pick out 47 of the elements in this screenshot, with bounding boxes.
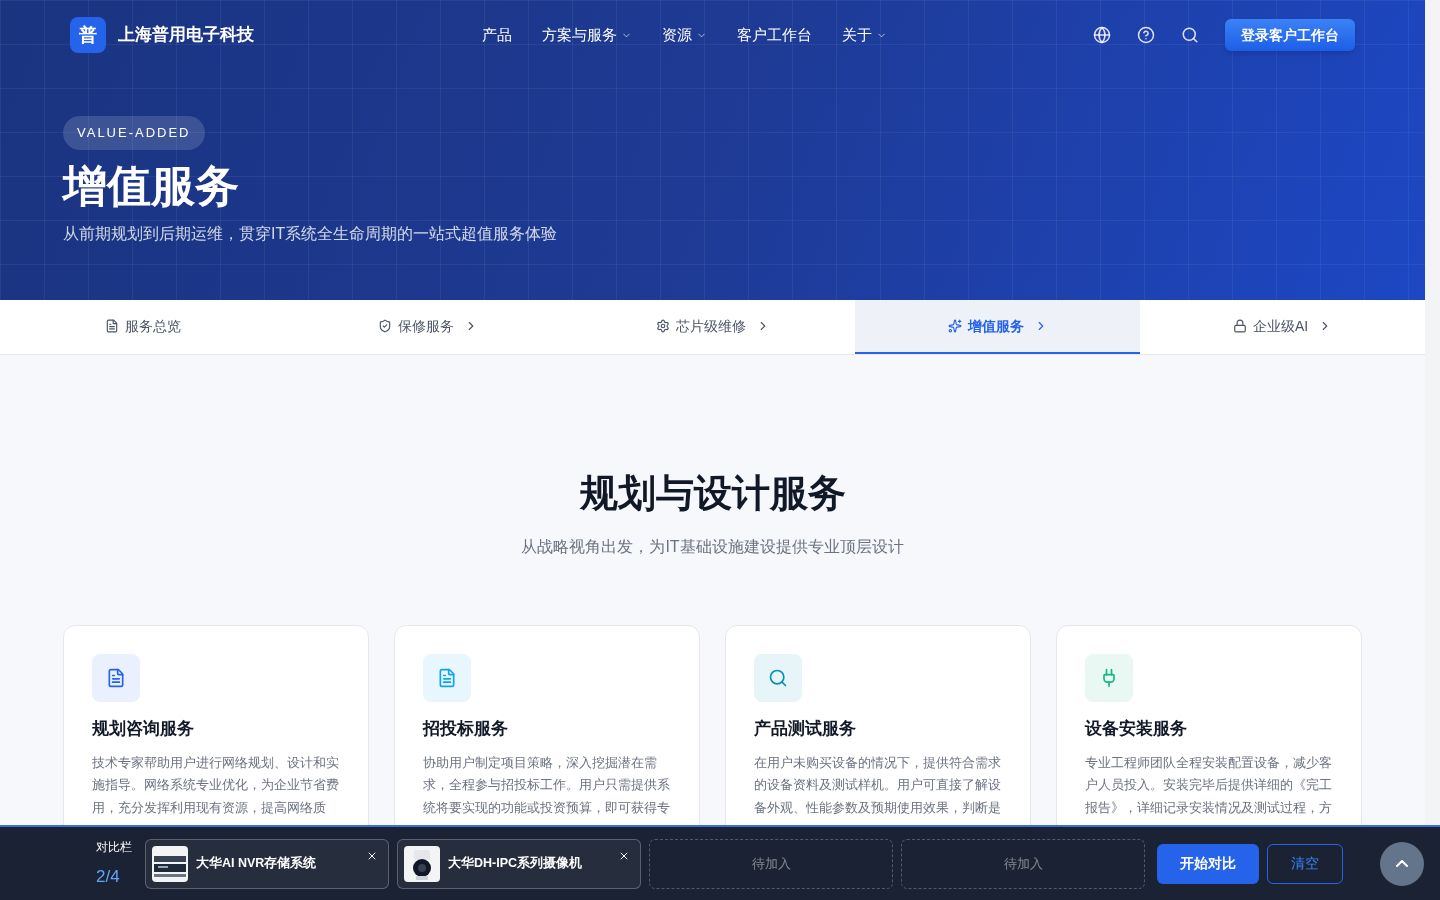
product-name: 大华AI NVR存储系统 [196, 855, 317, 873]
compare-count: 2/4 [96, 865, 121, 888]
section-title: 规划与设计服务 [579, 471, 846, 516]
section-subtitle: 从战略视角出发，为IT基础设施建设提供专业顶层设计 [521, 537, 904, 557]
tab[interactable]: 保修服务 [285, 300, 570, 354]
product-name: 大华DH-IPC系列摄像机 [448, 855, 583, 873]
nav-link[interactable]: 产品 [482, 23, 512, 47]
brand-name[interactable]: 上海普用电子科技 [118, 22, 254, 48]
card-description: 协助用户制定项目策略，深入挖掘潜在需 求，全程参与招投标工作。用户只需提供系 统将要实现的功能或投资预算，即可获得专 [423, 753, 671, 817]
shield-icon [377, 319, 392, 333]
settings-icon [655, 319, 670, 333]
search-icon [768, 668, 788, 688]
compare-button[interactable]: 开始对比 [1157, 843, 1259, 884]
card-title: 规划咨询服务 [92, 718, 195, 740]
document-icon [437, 668, 457, 688]
help-icon[interactable] [1137, 26, 1155, 44]
card-description: 技术专家帮助用户进行网络规划、设计和实 施指导。网络系统专业优化，为企业节省费 用，充分发挥利用现有资源，提高网络质 [92, 753, 340, 817]
lock-icon [1232, 319, 1247, 333]
empty-slot-label: 待加入 [1003, 854, 1043, 873]
empty-slot-label: 待加入 [751, 854, 791, 873]
clear-button[interactable]: 清空 [1267, 843, 1343, 884]
tab[interactable]: 芯片级维修 [570, 300, 855, 354]
login-button[interactable]: 登录客户工作台 [1225, 19, 1355, 51]
card-title: 设备安装服务 [1085, 718, 1188, 740]
tab[interactable]: 服务总览 [0, 300, 285, 354]
globe-icon[interactable] [1093, 26, 1111, 44]
card-description: 在用户未购买设备的情况下，提供符合需求 的设备资料及测试样机。用户可直接了解设 备外观、性能参数及预期使用效果，判断是 [754, 753, 1002, 817]
card-description: 专业工程师团队全程安装配置设备，减少客 户人员投入。安装完毕后提供详细的《完工 报告》，详细记录安装情况及测试过程，方 [1085, 753, 1333, 817]
document-icon [106, 668, 126, 688]
chevron-up-icon [1396, 860, 1408, 867]
back-to-top-button[interactable] [1380, 841, 1424, 886]
nav-link[interactable]: 客户工作台 [737, 23, 812, 47]
hero-badge: VALUE-ADDED [63, 116, 205, 150]
card-title: 产品测试服务 [754, 718, 857, 740]
card-title: 招投标服务 [423, 718, 509, 740]
nav-link[interactable]: 方案与服务 [542, 23, 632, 47]
tab[interactable]: 增值服务 [855, 300, 1140, 354]
nav-link[interactable]: 关于 [842, 23, 887, 47]
sparkle-icon [947, 319, 962, 333]
hero-title: 增值服务 [63, 159, 240, 212]
document-icon [104, 319, 119, 333]
search-icon[interactable] [1181, 26, 1199, 44]
logo-mark[interactable]: 普 [70, 17, 106, 53]
compare-label: 对比栏 [96, 838, 133, 856]
tab[interactable]: 企业级AI [1140, 300, 1425, 354]
hero-subtitle: 从前期规划到后期运维，贯穿IT系统全生命周期的一站式超值服务体验 [63, 223, 559, 244]
nav-link[interactable]: 资源 [662, 23, 707, 47]
